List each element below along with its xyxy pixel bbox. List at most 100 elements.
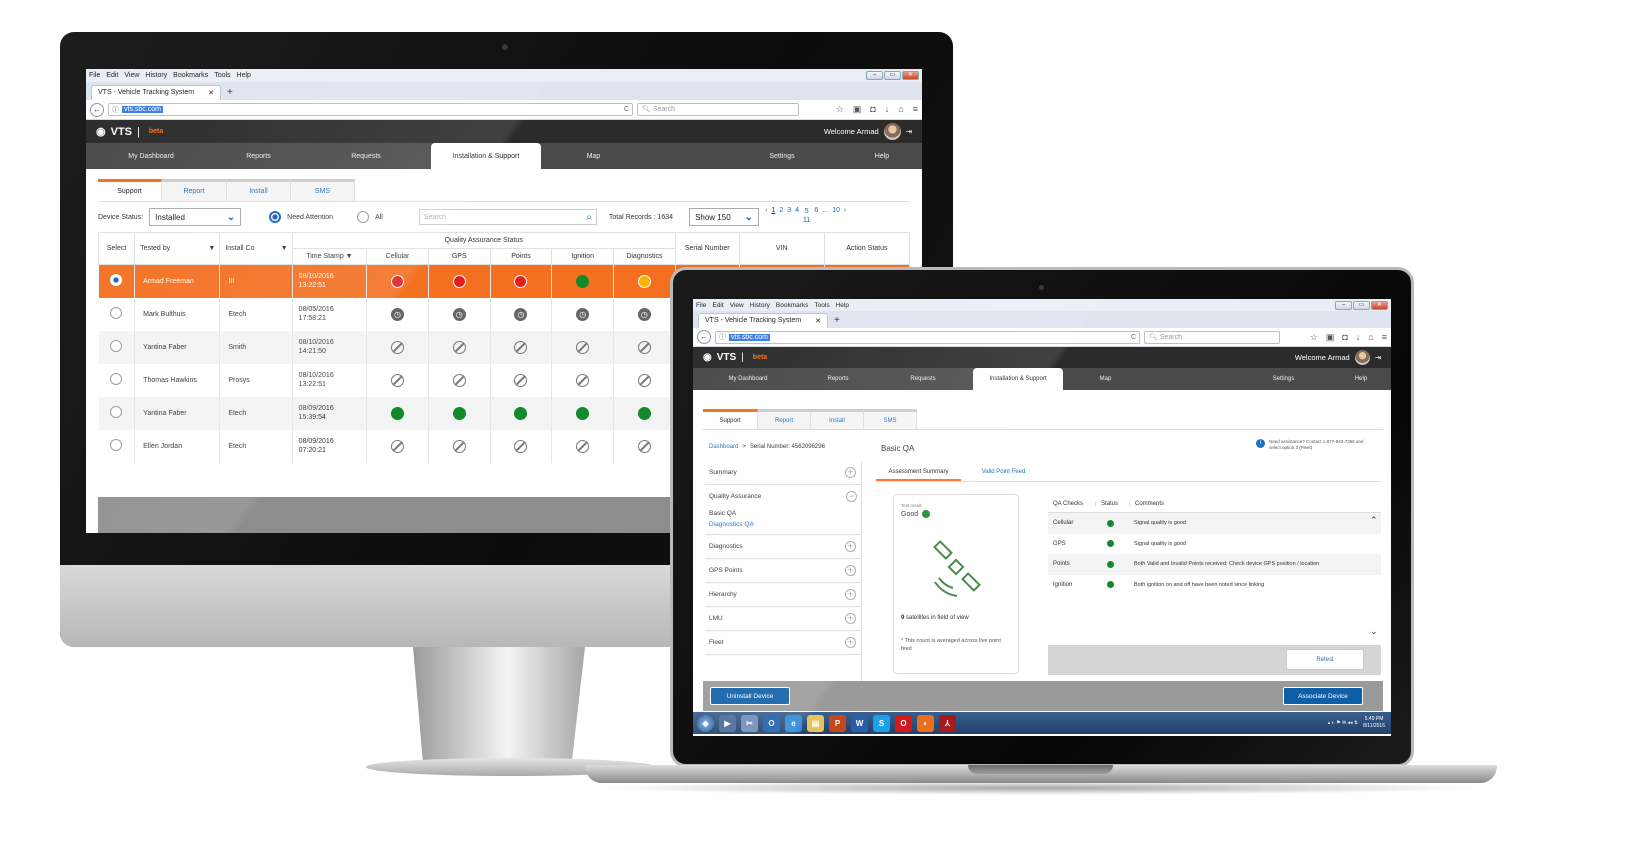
row-select-radio[interactable] xyxy=(110,439,123,451)
page-size-select[interactable]: Show 150 ⌄ xyxy=(689,208,760,226)
nav-map[interactable]: Map xyxy=(1063,368,1148,390)
sidebar-item-gps-points[interactable]: GPS Points + xyxy=(705,559,861,583)
file-explorer-icon[interactable]: ▤ xyxy=(807,714,824,732)
select-cell[interactable] xyxy=(98,264,136,298)
minimize-button[interactable]: – xyxy=(1335,300,1352,310)
media-player-icon[interactable]: ▶ xyxy=(719,714,736,732)
menu-bookmarks[interactable]: Bookmarks xyxy=(173,72,208,79)
nav-help[interactable]: Help xyxy=(1331,368,1391,390)
star-icon[interactable]: ☆ xyxy=(1310,332,1318,343)
avatar[interactable] xyxy=(883,123,901,140)
acrobat-icon[interactable]: ⅄ xyxy=(939,714,956,732)
bookmarks-icon[interactable]: ▣ xyxy=(1326,332,1335,343)
tab-report[interactable]: Report xyxy=(162,179,227,201)
page-1[interactable]: 1 xyxy=(771,207,775,214)
row-select-radio[interactable] xyxy=(110,274,123,287)
select-cell[interactable] xyxy=(98,396,136,430)
filter-icon[interactable]: ▼ xyxy=(346,253,353,260)
page-10[interactable]: 10 xyxy=(832,207,840,214)
plus-icon[interactable]: + xyxy=(845,613,856,624)
reload-icon[interactable]: C xyxy=(1131,334,1136,341)
sidebar-subitem-basic-qa[interactable]: Basic QA xyxy=(709,510,857,517)
browser-search[interactable]: 🔍︎ Search xyxy=(637,103,799,116)
menu-history[interactable]: History xyxy=(145,72,167,79)
page-2[interactable]: 2 xyxy=(779,207,783,214)
uninstall-device-button[interactable]: Uninstall Device xyxy=(710,687,790,705)
menu-history[interactable]: History xyxy=(750,302,770,309)
close-tab-icon[interactable]: ✕ xyxy=(208,89,214,97)
new-tab-button[interactable]: + xyxy=(227,86,233,100)
menu-edit[interactable]: Edit xyxy=(712,302,723,309)
select-cell[interactable] xyxy=(98,297,136,331)
search-icon[interactable]: ⌕ xyxy=(586,212,592,223)
reload-icon[interactable]: C xyxy=(624,106,629,113)
page-6[interactable]: 6 xyxy=(814,207,818,214)
bookmarks-icon[interactable]: ▣ xyxy=(853,104,862,115)
close-window-button[interactable]: ✕ xyxy=(1371,300,1388,310)
nav-reports[interactable]: Reports xyxy=(803,368,873,390)
page-3[interactable]: 3 xyxy=(787,207,791,214)
tab-install[interactable]: Install xyxy=(811,409,864,429)
browser-tab[interactable]: VTS - Vehicle Tracking System ✕ xyxy=(698,313,828,328)
snipping-tool-icon[interactable]: ✂ xyxy=(741,714,758,732)
tab-install[interactable]: Install xyxy=(227,179,291,201)
star-icon[interactable]: ☆ xyxy=(836,104,844,115)
url-bar[interactable]: ⓘ vts.sbc.com C xyxy=(715,330,1140,344)
pocket-icon[interactable]: ◘ xyxy=(1342,332,1347,343)
opera-icon[interactable]: O xyxy=(895,714,912,732)
plus-icon[interactable]: + xyxy=(845,467,856,478)
tray-icons[interactable]: ▴ ◐ ⚑ ✉ ◂◂ ⇅ xyxy=(1328,720,1358,726)
nav-help[interactable]: Help xyxy=(842,143,922,169)
avatar[interactable] xyxy=(1354,350,1370,365)
plus-icon[interactable]: + xyxy=(845,541,856,552)
start-button[interactable]: ◈ xyxy=(697,714,714,732)
logout-icon[interactable]: ⇥ xyxy=(1375,353,1381,362)
next-page-icon[interactable]: › xyxy=(844,207,846,214)
maximize-button[interactable]: ▭ xyxy=(884,71,901,80)
filter-icon[interactable]: ▼ xyxy=(281,245,288,252)
browser-tab[interactable]: VTS - Vehicle Tracking System ✕ xyxy=(91,85,221,100)
nav-requests[interactable]: Requests xyxy=(301,143,431,169)
plus-icon[interactable]: + xyxy=(845,637,856,648)
nav-settings[interactable]: Settings xyxy=(722,143,842,169)
sidebar-subitem-diagnostics-qa[interactable]: Diagnostics QA xyxy=(709,521,857,528)
nav-settings[interactable]: Settings xyxy=(1236,368,1331,390)
nav-reports[interactable]: Reports xyxy=(216,143,301,169)
back-button[interactable]: ← xyxy=(697,330,711,344)
nav-requests[interactable]: Requests xyxy=(873,368,973,390)
back-button[interactable]: ← xyxy=(90,102,104,117)
page-4[interactable]: 4 xyxy=(795,207,799,214)
sidebar-item-fleet[interactable]: Fleet + xyxy=(705,631,861,655)
row-select-radio[interactable] xyxy=(110,340,123,352)
filter-icon[interactable]: ▼ xyxy=(208,245,215,252)
url-bar[interactable]: ⓘ vts.sbc.com C xyxy=(108,103,633,116)
download-icon[interactable]: ↓ xyxy=(1356,332,1361,343)
scroll-down-icon[interactable]: ⌄ xyxy=(1370,626,1378,637)
select-cell[interactable] xyxy=(98,429,136,463)
home-icon[interactable]: ⌂ xyxy=(898,104,903,115)
menu-view[interactable]: View xyxy=(124,72,139,79)
nav-installation-support[interactable]: Installation & Support xyxy=(973,368,1063,390)
tab-sms[interactable]: SMS xyxy=(864,409,917,429)
nav-map[interactable]: Map xyxy=(541,143,646,169)
sidebar-item-summary[interactable]: Summary + xyxy=(705,461,861,485)
tab-sms[interactable]: SMS xyxy=(291,179,355,201)
row-select-radio[interactable] xyxy=(110,307,123,319)
menu-help[interactable]: Help xyxy=(237,72,251,79)
internet-explorer-icon[interactable]: e xyxy=(785,714,802,732)
sidebar-item-lmu[interactable]: LMU + xyxy=(705,607,861,631)
home-icon[interactable]: ⌂ xyxy=(1368,332,1373,343)
table-search-input[interactable]: Search ⌕ xyxy=(418,209,597,225)
menu-help[interactable]: Help xyxy=(836,302,849,309)
scroll-up-icon[interactable]: ⌃ xyxy=(1370,515,1378,526)
select-cell[interactable] xyxy=(98,330,136,364)
device-status-select[interactable]: Installed ⌄ xyxy=(149,208,242,226)
need-attention-radio[interactable] xyxy=(269,211,282,223)
tab-support[interactable]: Support xyxy=(98,179,162,201)
close-tab-icon[interactable]: ✕ xyxy=(815,317,821,325)
outlook-icon[interactable]: O xyxy=(763,714,780,732)
tab-support[interactable]: Support xyxy=(703,409,758,429)
skype-icon[interactable]: S xyxy=(873,714,890,732)
plus-icon[interactable]: + xyxy=(845,565,856,576)
download-icon[interactable]: ↓ xyxy=(885,104,890,115)
